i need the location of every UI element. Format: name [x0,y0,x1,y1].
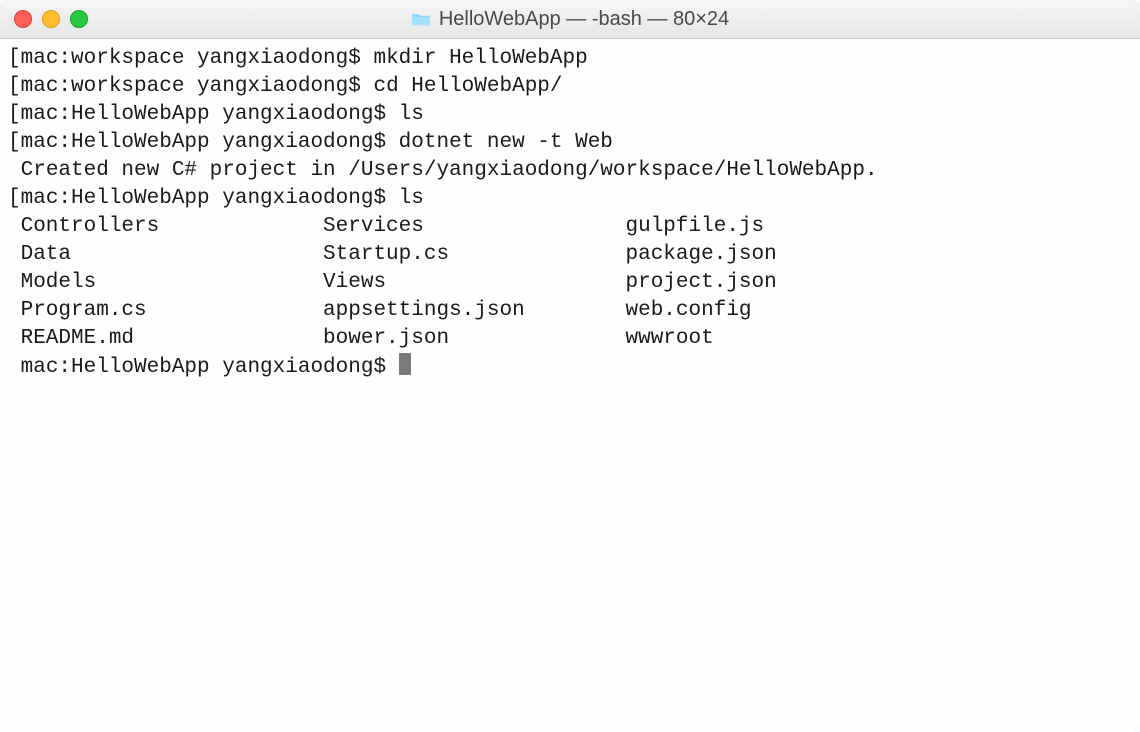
terminal-line: [mac:workspace yangxiaodong$ mkdir Hello… [8,45,1132,73]
ls-output: Controllers Services gulpfile.js Data St… [8,213,1132,353]
minimize-button[interactable] [42,10,60,28]
terminal-line: [mac:HelloWebApp yangxiaodong$ ls [8,101,1132,129]
prompt-bracket: [ [8,47,21,70]
folder-icon [411,11,431,27]
command: ls [399,103,424,126]
ls-row: Models Views project.json [8,269,1132,297]
command: ls [399,187,424,210]
ls-row: Program.cs appsettings.json web.config [8,297,1132,325]
prompt-bracket: [ [8,131,21,154]
prompt: mac:HelloWebApp yangxiaodong$ [21,103,399,126]
terminal-line: Created new C# project in /Users/yangxia… [8,157,1132,185]
prompt: mac:workspace yangxiaodong$ [21,47,374,70]
terminal-line: mac:HelloWebApp yangxiaodong$ [8,353,1132,382]
command: dotnet new -t Web [399,131,613,154]
terminal-body[interactable]: [mac:workspace yangxiaodong$ mkdir Hello… [0,39,1140,732]
zoom-button[interactable] [70,10,88,28]
prompt-bracket: [ [8,187,21,210]
prompt: mac:HelloWebApp yangxiaodong$ [21,187,399,210]
cursor [399,353,411,375]
command: cd HelloWebApp/ [373,75,562,98]
output: Created new C# project in /Users/yangxia… [21,159,878,182]
titlebar[interactable]: HelloWebApp — -bash — 80×24 [0,0,1140,39]
window-title: HelloWebApp — -bash — 80×24 [0,8,1140,31]
prompt-bracket: [ [8,103,21,126]
command: mkdir HelloWebApp [373,47,587,70]
space [8,356,21,379]
close-button[interactable] [14,10,32,28]
prompt-bracket: [ [8,75,21,98]
ls-row: Data Startup.cs package.json [8,241,1132,269]
prompt: mac:workspace yangxiaodong$ [21,75,374,98]
terminal-line: [mac:HelloWebApp yangxiaodong$ ls [8,185,1132,213]
window-title-text: HelloWebApp — -bash — 80×24 [439,8,729,31]
terminal-line: [mac:HelloWebApp yangxiaodong$ dotnet ne… [8,129,1132,157]
terminal-window: HelloWebApp — -bash — 80×24 [mac:workspa… [0,0,1140,732]
prompt: mac:HelloWebApp yangxiaodong$ [21,356,399,379]
ls-row: Controllers Services gulpfile.js [8,213,1132,241]
prompt: mac:HelloWebApp yangxiaodong$ [21,131,399,154]
space [8,159,21,182]
terminal-line: [mac:workspace yangxiaodong$ cd HelloWeb… [8,73,1132,101]
traffic-lights [14,10,88,28]
ls-row: README.md bower.json wwwroot [8,325,1132,353]
